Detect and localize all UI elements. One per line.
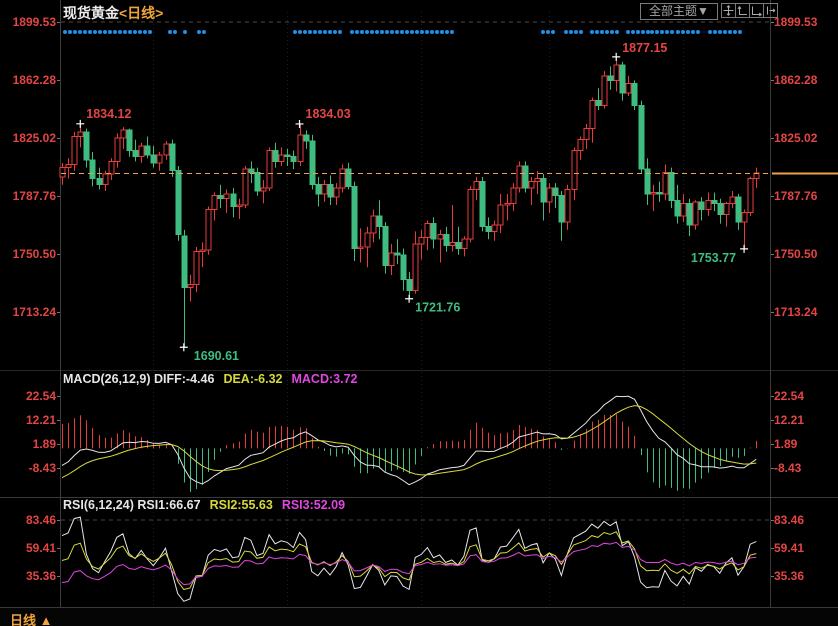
price-axis-label: 1825.02 xyxy=(0,131,56,145)
price-axis-label: 1899.53 xyxy=(774,15,836,29)
rsi-axis-label: 83.46 xyxy=(0,513,56,527)
period-tab-daily[interactable]: 日线 ▲ xyxy=(10,610,53,626)
price-axis-label: 1713.24 xyxy=(0,305,56,319)
macd-panel-area[interactable] xyxy=(61,386,770,497)
macd-axis-label: 1.89 xyxy=(774,437,836,451)
price-axis-label: 1750.50 xyxy=(0,247,56,261)
rsi-panel-area[interactable] xyxy=(61,500,770,607)
price-axis-label: 1825.02 xyxy=(774,131,836,145)
main-chart-area[interactable] xyxy=(61,12,770,370)
rsi-axis-label: 59.41 xyxy=(0,541,56,555)
collapse-arrow-icon: ▲ xyxy=(40,613,53,626)
price-axis-label: 1862.28 xyxy=(774,73,836,87)
rsi-axis-label: 35.36 xyxy=(774,569,836,583)
macd-indicator-title: MACD(26,12,9) DIFF:-4.46 DEA:-6.32 MACD:3.… xyxy=(63,372,366,386)
price-axis-label: 1713.24 xyxy=(774,305,836,319)
price-axis-label: 1862.28 xyxy=(0,73,56,87)
macd-axis-label: 12.21 xyxy=(774,413,836,427)
rsi-axis-label: 83.46 xyxy=(774,513,836,527)
macd-title-part: MACD:3.72 xyxy=(291,372,357,386)
macd-axis-label: 12.21 xyxy=(0,413,56,427)
macd-title-part: DEA:-6.32 xyxy=(223,372,282,386)
rsi-axis-label: 35.36 xyxy=(0,569,56,583)
price-axis-label: 1787.76 xyxy=(774,189,836,203)
rsi-axis-label: 59.41 xyxy=(774,541,836,555)
trading-app-window: 1834.121834.031877.151690.611721.761753.… xyxy=(0,0,838,626)
price-axis-label: 1750.50 xyxy=(774,247,836,261)
date-axis-strip xyxy=(0,608,838,626)
macd-axis-label: 22.54 xyxy=(774,389,836,403)
macd-title-part: MACD(26,12,9) DIFF:-4.46 xyxy=(63,372,214,386)
macd-axis-label: -8.43 xyxy=(774,461,836,475)
price-axis-label: 1899.53 xyxy=(0,15,56,29)
macd-axis-label: -8.43 xyxy=(0,461,56,475)
macd-axis-label: 1.89 xyxy=(0,437,56,451)
macd-axis-label: 22.54 xyxy=(0,389,56,403)
price-axis-label: 1787.76 xyxy=(0,189,56,203)
